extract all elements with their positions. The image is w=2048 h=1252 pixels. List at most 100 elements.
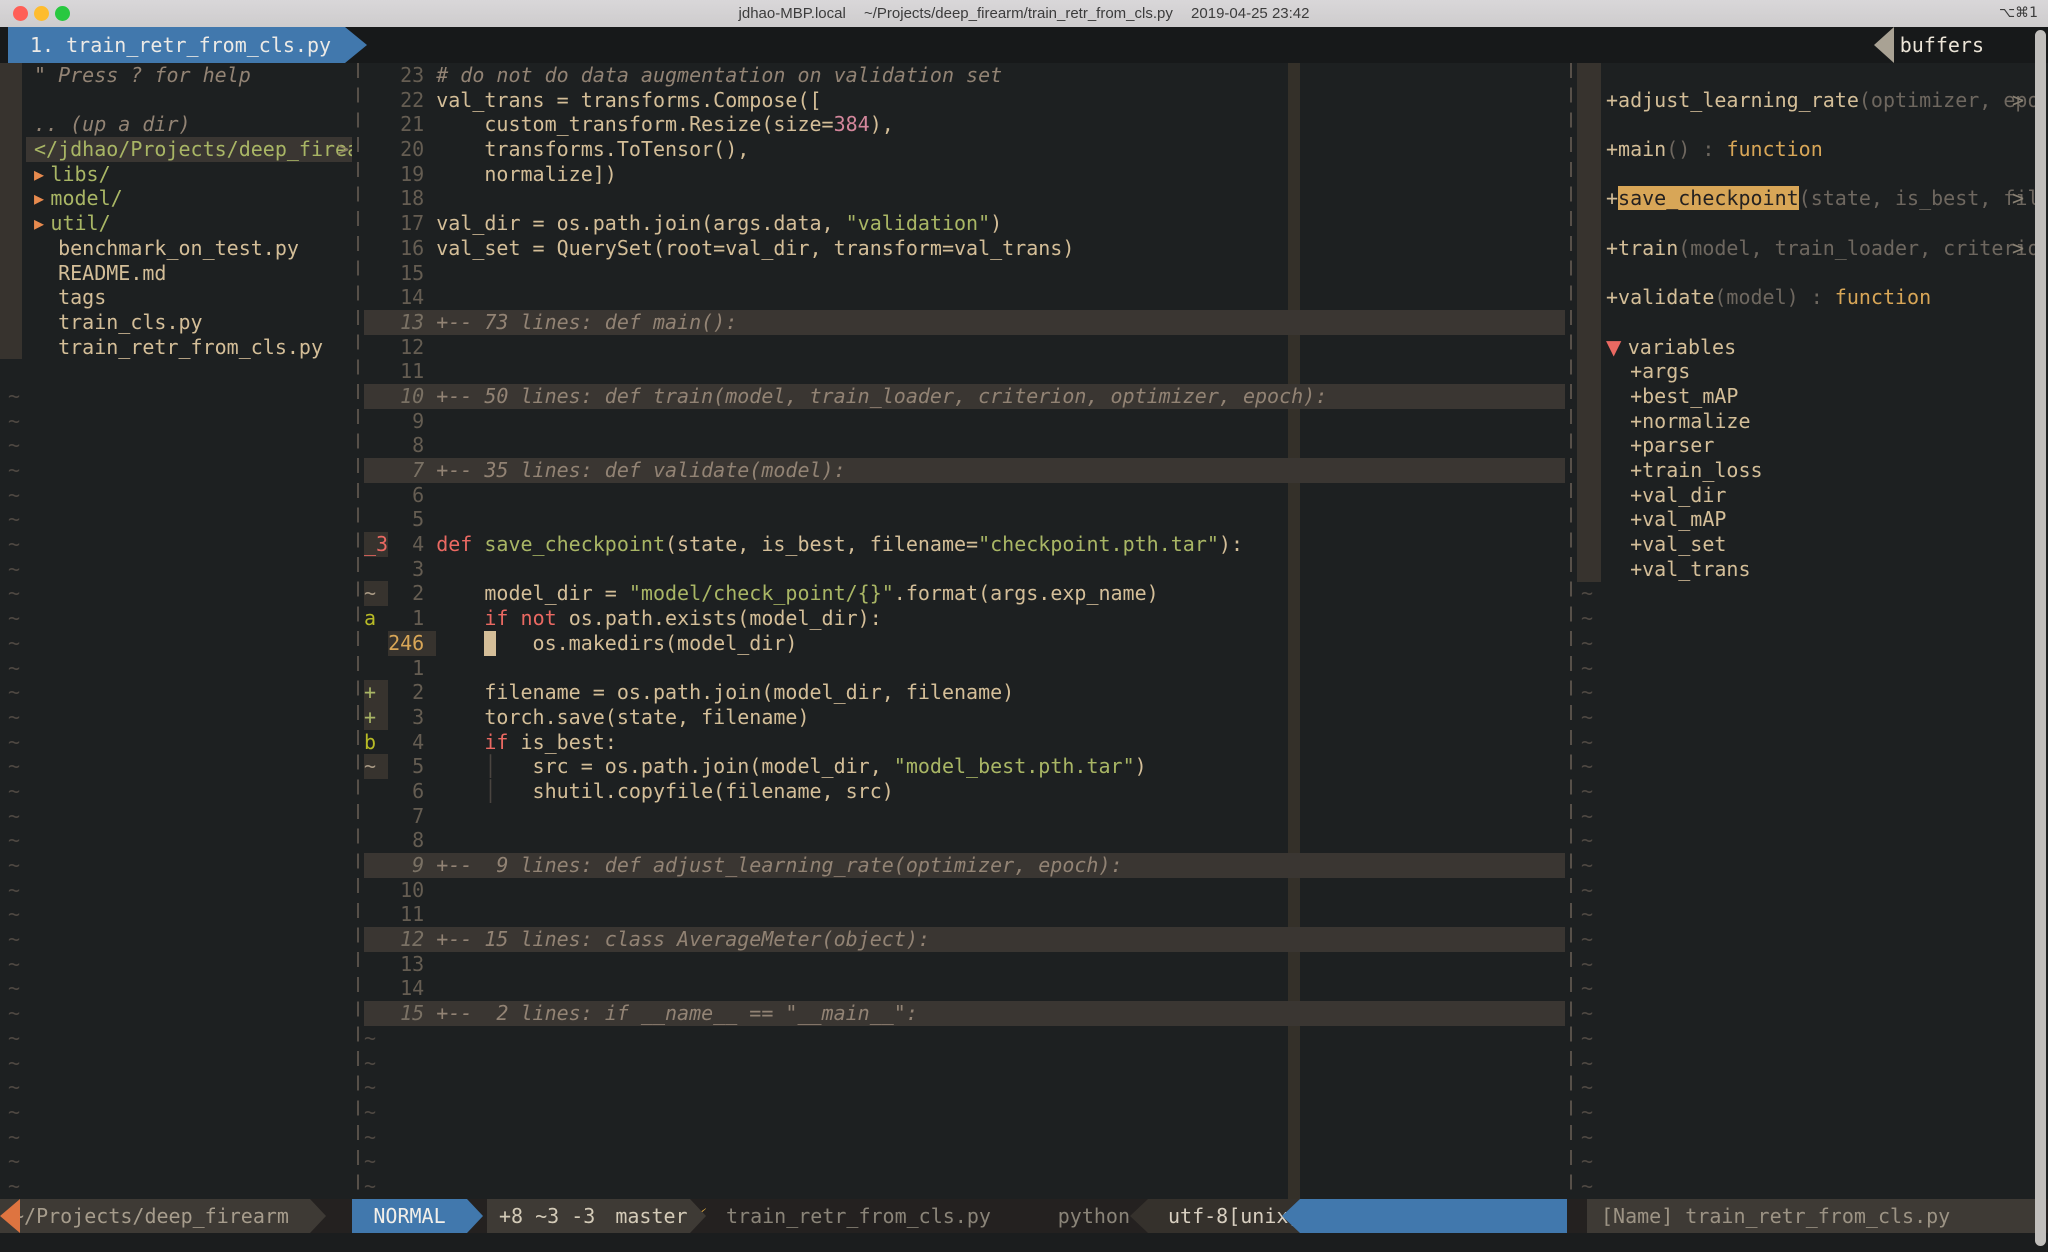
- code-line[interactable]: 14: [364, 285, 1565, 310]
- empty-line: ~: [1577, 828, 2036, 853]
- code-line[interactable]: 13: [364, 952, 1565, 977]
- code-line[interactable]: 15 +-- 2 lines: if __name__ == "__main__…: [364, 1001, 1565, 1026]
- tag-entry-line[interactable]: +parser: [1577, 433, 2036, 458]
- dir-expand-icon: ▸: [34, 186, 50, 210]
- code-line[interactable]: 13 +-- 73 lines: def main():: [364, 310, 1565, 335]
- code-line[interactable]: 9: [364, 409, 1565, 434]
- empty-line: ~: [0, 705, 352, 730]
- code-line[interactable]: +2 filename = os.path.join(model_dir, fi…: [364, 680, 1565, 705]
- tree-item-line[interactable]: [0, 88, 352, 113]
- code-line[interactable]: 9 +-- 9 lines: def adjust_learning_rate(…: [364, 853, 1565, 878]
- code-line[interactable]: 19 normalize]): [364, 162, 1565, 187]
- code-line[interactable]: 1: [364, 656, 1565, 681]
- tag-entry-line[interactable]: +main() : function: [1577, 137, 2036, 162]
- tag-entry-line[interactable]: +val_mAP: [1577, 507, 2036, 532]
- code-line[interactable]: a1 if not os.path.exists(model_dir):: [364, 606, 1565, 631]
- collapse-icon: ▼: [1606, 335, 1628, 359]
- code-line[interactable]: b4 if is_best:: [364, 730, 1565, 755]
- tree-item-line[interactable]: README.md: [0, 261, 352, 286]
- code-line[interactable]: 17 val_dir = os.path.join(args.data, "va…: [364, 211, 1565, 236]
- tag-entry-line[interactable]: +val_set: [1577, 532, 2036, 557]
- code-line[interactable]: 23 # do not do data augmentation on vali…: [364, 63, 1565, 88]
- code-line[interactable]: 7 +-- 35 lines: def validate(model):: [364, 458, 1565, 483]
- code-line[interactable]: 22 val_trans = transforms.Compose([: [364, 88, 1565, 113]
- tree-item-line[interactable]: ▸ util/: [0, 211, 352, 236]
- code-line[interactable]: +3 torch.save(state, filename): [364, 705, 1565, 730]
- code-line[interactable]: 12: [364, 335, 1565, 360]
- empty-line: ~: [1577, 878, 2036, 903]
- buffers-indicator[interactable]: buffers: [1894, 27, 1990, 63]
- empty-line: ~: [364, 1075, 1565, 1100]
- code-line[interactable]: 18: [364, 186, 1565, 211]
- tag-entry-line[interactable]: [1577, 112, 2036, 137]
- tree-item-line[interactable]: " Press ? for help: [0, 63, 352, 88]
- tree-item-line[interactable]: train_cls.py: [0, 310, 352, 335]
- tag-entry-line[interactable]: +validate(model) : function: [1577, 285, 2036, 310]
- code-line[interactable]: 14: [364, 976, 1565, 1001]
- tag-entry-line[interactable]: +args: [1577, 359, 2036, 384]
- code-line[interactable]: 12 +-- 15 lines: class AverageMeter(obje…: [364, 927, 1565, 952]
- tag-entry-line[interactable]: +best_mAP: [1577, 384, 2036, 409]
- tag-entry-line[interactable]: [1577, 63, 2036, 88]
- code-line[interactable]: 21 custom_transform.Resize(size=384),: [364, 112, 1565, 137]
- code-line[interactable]: 246 os.makedirs(model_dir): [364, 631, 1565, 656]
- buffers-label: buffers: [1894, 27, 1990, 63]
- code-line[interactable]: 5: [364, 507, 1565, 532]
- code-line[interactable]: ~5 │ src = os.path.join(model_dir, "mode…: [364, 754, 1565, 779]
- tag-entry-line[interactable]: +save_checkpoint(state, is_best, fil>: [1577, 186, 2036, 211]
- empty-line: ~: [1577, 976, 2036, 1001]
- window-separator-right[interactable]: [1565, 63, 1577, 1199]
- empty-line: ~: [0, 952, 352, 977]
- code-line[interactable]: 3: [364, 557, 1565, 582]
- empty-line: ~: [0, 1149, 352, 1174]
- tag-entry-line[interactable]: +normalize: [1577, 409, 2036, 434]
- tag-entry-line[interactable]: [1577, 162, 2036, 187]
- empty-line: ~: [1577, 1174, 2036, 1199]
- tag-entry-line[interactable]: [1577, 310, 2036, 335]
- code-line[interactable]: 11: [364, 359, 1565, 384]
- empty-line: ~: [1577, 902, 2036, 927]
- code-line[interactable]: 6 │ shutil.copyfile(filename, src): [364, 779, 1565, 804]
- tag-entry-line[interactable]: ▼ variables: [1577, 335, 2036, 360]
- tree-item-line[interactable]: ▸ model/: [0, 186, 352, 211]
- empty-line: ~: [1577, 606, 2036, 631]
- code-line[interactable]: 6: [364, 483, 1565, 508]
- tree-item-line[interactable]: tags: [0, 285, 352, 310]
- tag-entry-line[interactable]: [1577, 261, 2036, 286]
- code-line[interactable]: 10 +-- 50 lines: def train(model, train_…: [364, 384, 1565, 409]
- cursor-block: [484, 631, 496, 656]
- code-line[interactable]: 15: [364, 261, 1565, 286]
- tree-item-line[interactable]: [0, 359, 352, 384]
- tag-entry-line[interactable]: +train_loss: [1577, 458, 2036, 483]
- empty-line: ~: [0, 730, 352, 755]
- window-separator-left[interactable]: [352, 63, 364, 1199]
- tag-entry-line[interactable]: +train(model, train_loader, criterio>: [1577, 236, 2036, 261]
- code-line[interactable]: ~2 model_dir = "model/check_point/{}".fo…: [364, 581, 1565, 606]
- tree-item-line[interactable]: train_retr_from_cls.py: [0, 335, 352, 360]
- powerline-arrow-icon: [310, 1199, 326, 1233]
- code-line[interactable]: 11: [364, 902, 1565, 927]
- powerline-arrow-icon: [690, 1199, 706, 1233]
- code-line[interactable]: 10: [364, 878, 1565, 903]
- code-line[interactable]: 8: [364, 828, 1565, 853]
- dir-expand-icon: ▸: [34, 162, 50, 186]
- tag-entry-line[interactable]: +adjust_learning_rate(optimizer, epo>: [1577, 88, 2036, 113]
- tag-entry-line[interactable]: +val_trans: [1577, 557, 2036, 582]
- tree-item-line[interactable]: .. (up a dir): [0, 112, 352, 137]
- code-line[interactable]: 7: [364, 804, 1565, 829]
- code-line[interactable]: 8: [364, 433, 1565, 458]
- empty-line: ~: [0, 853, 352, 878]
- tab-label: 1. train_retr_from_cls.py: [8, 27, 345, 63]
- tree-item-line[interactable]: </jdhao/Projects/deep_firear>: [26, 137, 352, 162]
- tag-entry-line[interactable]: +val_dir: [1577, 483, 2036, 508]
- empty-line: ~: [0, 1125, 352, 1150]
- tab-current-buffer[interactable]: 1. train_retr_from_cls.py: [8, 27, 345, 63]
- code-line[interactable]: 16 val_set = QuerySet(root=val_dir, tran…: [364, 236, 1565, 261]
- code-line[interactable]: _34 def save_checkpoint(state, is_best, …: [364, 532, 1565, 557]
- tab-arrow-icon: [345, 27, 367, 63]
- tree-item-line[interactable]: ▸ libs/: [0, 162, 352, 187]
- scrollbar[interactable]: [2035, 30, 2046, 1246]
- code-line[interactable]: 20 transforms.ToTensor(),: [364, 137, 1565, 162]
- tag-entry-line[interactable]: [1577, 211, 2036, 236]
- tree-item-line[interactable]: benchmark_on_test.py: [0, 236, 352, 261]
